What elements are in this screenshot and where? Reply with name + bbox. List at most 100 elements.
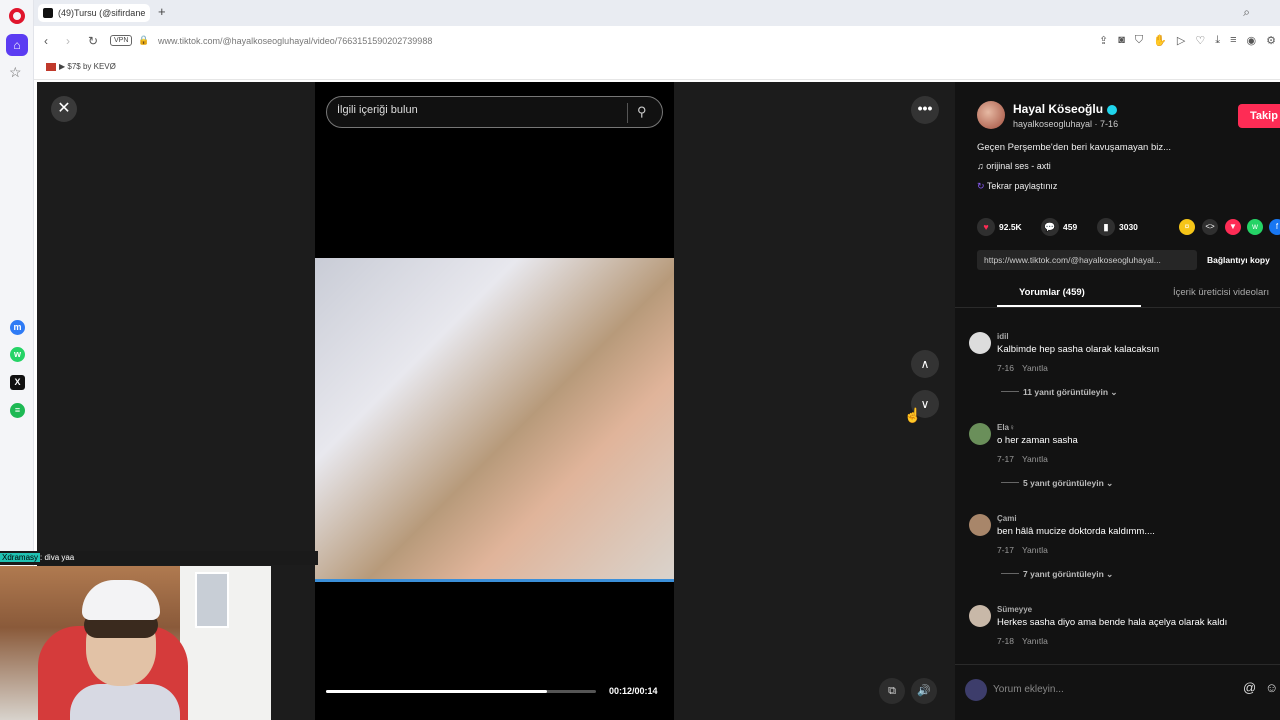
comment-count: 459	[1063, 222, 1078, 232]
url-field[interactable]: www.tiktok.com/@hayalkoseogluhayal/video…	[158, 36, 432, 46]
reply-button[interactable]: Yanıtla	[1022, 545, 1048, 555]
volume-icon[interactable]: 🔊	[911, 678, 937, 704]
close-icon[interactable]: ✕	[51, 96, 77, 122]
messenger-icon[interactable]: m	[10, 320, 25, 335]
view-replies-button[interactable]: 5 yanıt görüntüleyin ⌄	[1023, 478, 1113, 489]
embed-icon[interactable]: <>	[1202, 219, 1218, 235]
video-frame[interactable]	[315, 258, 674, 582]
comment-date: 7-17	[997, 545, 1015, 555]
search-icon[interactable]: ⚲	[637, 104, 647, 120]
tab-comments[interactable]: Yorumlar (459)	[1019, 287, 1085, 298]
comment-user[interactable]: Çami	[997, 514, 1017, 523]
follow-button[interactable]: Takip	[1238, 104, 1280, 128]
bookmark-item[interactable]: ▶ $7$ by KEVØ	[46, 62, 116, 71]
comment-text: o her zaman sasha	[997, 435, 1078, 446]
my-avatar	[965, 679, 987, 701]
search-divider	[627, 103, 628, 123]
send-icon[interactable]: ▼	[1225, 219, 1241, 235]
reply-line	[1001, 482, 1019, 483]
comment-avatar[interactable]	[969, 332, 991, 354]
comment-stat[interactable]: 💬 459	[1041, 218, 1077, 236]
vpn-badge[interactable]: VPN	[110, 35, 133, 46]
author-avatar[interactable]	[977, 101, 1005, 129]
home-icon[interactable]: ⌂	[6, 34, 28, 56]
comment-date: 7-17	[997, 454, 1015, 464]
new-tab-icon[interactable]: +	[158, 4, 166, 19]
bookmark-favicon-icon	[46, 62, 56, 71]
whatsapp-share-icon[interactable]: w	[1247, 219, 1263, 235]
tiktok-icon	[43, 8, 53, 18]
view-replies-button[interactable]: 7 yanıt görüntüleyin ⌄	[1023, 569, 1113, 580]
back-icon[interactable]: ‹	[44, 34, 48, 48]
comment-input[interactable]	[993, 678, 1213, 700]
sound-link[interactable]: ♫ orijinal ses - axti	[977, 161, 1051, 171]
comment-avatar[interactable]	[969, 514, 991, 536]
menu-icon[interactable]: ≡	[1230, 34, 1236, 47]
reply-line	[1001, 391, 1019, 392]
lock-icon[interactable]: 🔒	[138, 35, 149, 46]
save-stat[interactable]: ▮ 3030	[1097, 218, 1138, 236]
share-icon[interactable]: ⇪	[1099, 34, 1108, 47]
camera-icon[interactable]: ◙	[1118, 34, 1125, 47]
forward-icon[interactable]: ›	[66, 34, 70, 48]
webcam-overlay	[0, 566, 271, 720]
reply-button[interactable]: Yanıtla	[1022, 454, 1048, 464]
more-options-icon[interactable]: •••	[911, 96, 939, 124]
mention-icon[interactable]: @	[1243, 680, 1256, 695]
repost-icon: ↻	[977, 181, 987, 191]
chat-username: Xdramasy	[0, 553, 41, 562]
tab-creator-videos[interactable]: İçerik üreticisi videoları	[1173, 287, 1269, 298]
floating-player-icon[interactable]: ⧉	[879, 678, 905, 704]
bookmark-label: ▶ $7$ by KEVØ	[59, 62, 116, 71]
repost-indicator[interactable]: ↻ Tekrar paylaştınız	[977, 181, 1057, 192]
heart-icon[interactable]: ♡	[1195, 34, 1205, 47]
mouse-cursor-icon: ☝	[904, 407, 922, 423]
reply-button[interactable]: Yanıtla	[1022, 636, 1048, 646]
comment-user[interactable]: idil	[997, 332, 1009, 341]
author-handle[interactable]: hayalkoseogluhayal · 7-16	[1013, 119, 1118, 129]
x-icon[interactable]: X	[10, 375, 25, 390]
like-count: 92.5K	[999, 222, 1022, 232]
profile-icon[interactable]: ◉	[1247, 34, 1257, 47]
author-name[interactable]: Hayal Köseoğlu	[1013, 102, 1118, 116]
chat-message: : diva yaa	[40, 553, 75, 562]
bookmark-icon: ▮	[1097, 218, 1115, 236]
video-link-field[interactable]: https://www.tiktok.com/@hayalkoseogluhay…	[977, 250, 1197, 270]
whatsapp-icon[interactable]: w	[10, 347, 25, 362]
comment-item: idil Kalbimde hep sasha olarak kalacaksı…	[967, 332, 1280, 412]
opera-logo-icon[interactable]	[9, 8, 25, 24]
progress-bar[interactable]	[326, 690, 596, 693]
play-icon[interactable]: ▷	[1177, 34, 1185, 47]
copy-link-button[interactable]: Bağlantıyı kopy	[1207, 250, 1270, 270]
details-panel: Hayal Köseoğlu hayalkoseogluhayal · 7-16…	[955, 82, 1280, 720]
previous-video-icon[interactable]: ∧	[911, 350, 939, 378]
shield-icon[interactable]: ⛉	[1135, 34, 1143, 47]
tab-bar: (49)Tursu (@sifirdane + ⌕	[34, 0, 1280, 26]
search-box: ⚲	[326, 96, 663, 128]
settings-icon[interactable]: ⚙	[1266, 34, 1276, 47]
tab-title: (49)Tursu (@sifirdane	[58, 8, 146, 18]
time-display: 00:12/00:14	[609, 686, 658, 696]
comment-user[interactable]: Sümeyye	[997, 605, 1032, 614]
comment-avatar[interactable]	[969, 605, 991, 627]
search-tabs-icon[interactable]: ⌕	[1243, 5, 1250, 20]
browser-tab[interactable]: (49)Tursu (@sifirdane	[38, 4, 150, 22]
adblock-icon[interactable]: ✋	[1153, 34, 1167, 47]
spotify-icon[interactable]: ≡	[10, 403, 25, 418]
facebook-icon[interactable]: f	[1269, 219, 1280, 235]
comment-text: Herkes sasha diyo ama bende hala açelya …	[997, 617, 1228, 628]
author-name-text: Hayal Köseoğlu	[1013, 102, 1104, 116]
like-stat[interactable]: ♥ 92.5K	[977, 218, 1022, 236]
reply-button[interactable]: Yanıtla	[1022, 363, 1048, 373]
download-icon[interactable]: ⤓	[1215, 34, 1220, 47]
search-input[interactable]	[337, 104, 617, 116]
view-replies-button[interactable]: 11 yanıt görüntüleyin ⌄	[1023, 387, 1118, 398]
coin-icon[interactable]: ¤	[1179, 219, 1195, 235]
comment-avatar[interactable]	[969, 423, 991, 445]
emoji-icon[interactable]: ☺	[1265, 680, 1278, 695]
save-count: 3030	[1119, 222, 1138, 232]
reload-icon[interactable]: ↻	[88, 34, 98, 48]
video-player[interactable]: ⚲ 00:12/00:14	[315, 82, 674, 720]
star-icon[interactable]: ☆	[9, 64, 22, 81]
comment-user[interactable]: Ela♀	[997, 423, 1015, 432]
